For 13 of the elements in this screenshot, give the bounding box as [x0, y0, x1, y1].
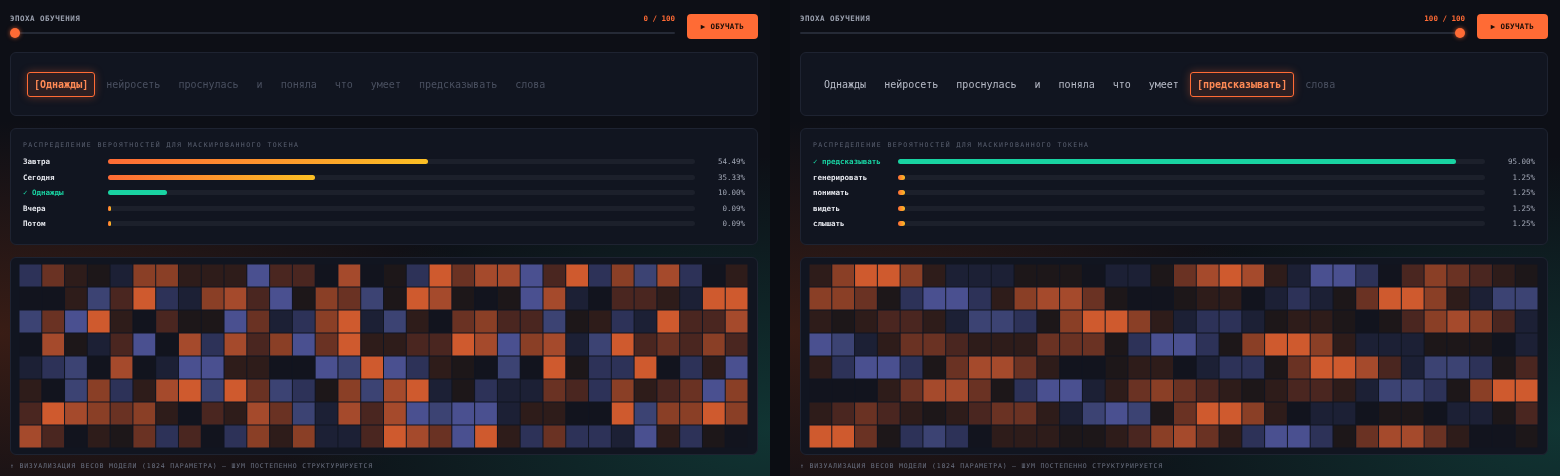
epoch-slider[interactable] — [10, 28, 675, 38]
epoch-slider[interactable] — [800, 28, 1465, 38]
word-token[interactable]: Однажды — [817, 71, 874, 97]
word-token[interactable]: нейросеть — [877, 71, 946, 97]
word-token[interactable]: [Однажды] — [27, 71, 96, 97]
word-token[interactable]: [предсказывать] — [1189, 71, 1295, 97]
word-token[interactable]: проснулась — [949, 71, 1024, 97]
word-token[interactable]: что — [1105, 71, 1138, 97]
word-token[interactable]: поняла — [1051, 71, 1102, 97]
word-token[interactable]: умеет — [1141, 71, 1186, 97]
word-token[interactable]: и — [1027, 71, 1048, 97]
slider-thumb[interactable] — [1455, 28, 1465, 38]
slider-thumb[interactable] — [10, 28, 20, 38]
